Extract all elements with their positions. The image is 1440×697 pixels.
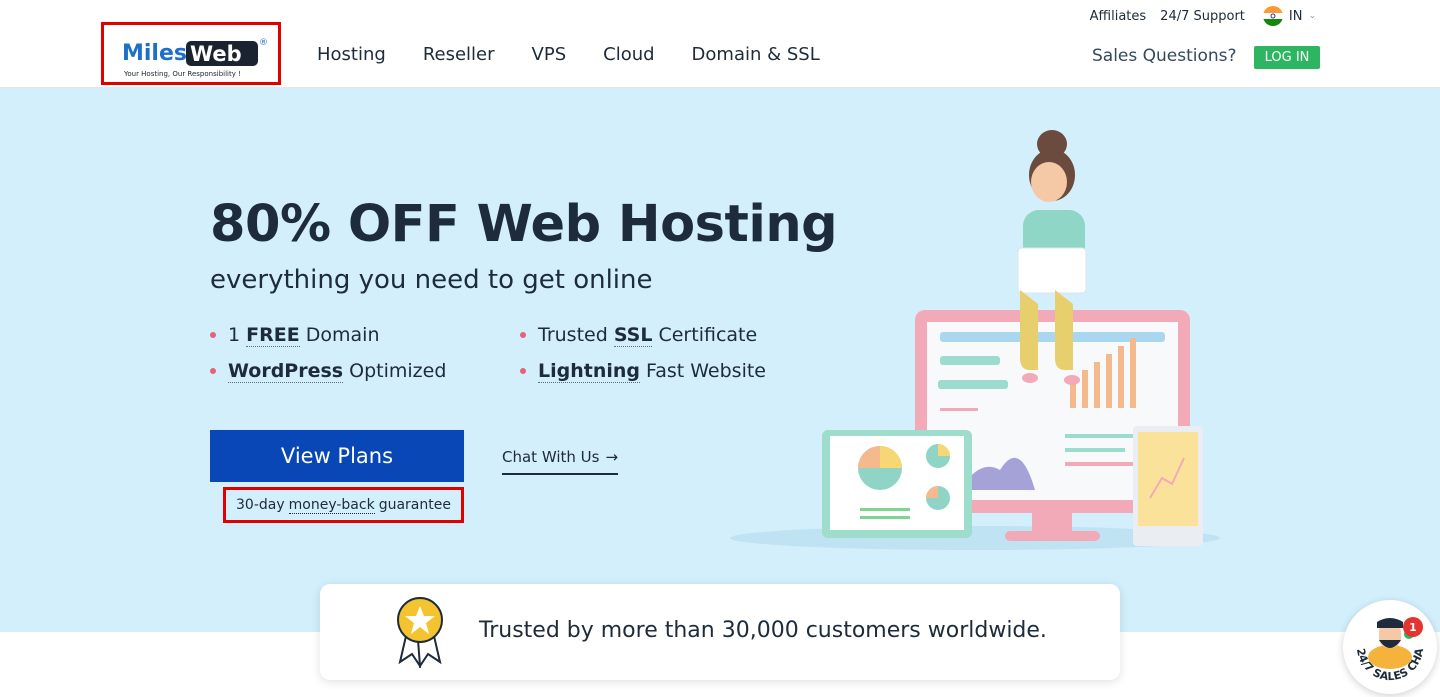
nav-reseller[interactable]: Reseller bbox=[423, 44, 495, 65]
bullet-dot bbox=[210, 368, 216, 374]
logo-brand-right: Web bbox=[190, 42, 242, 66]
notification-badge: 1 bbox=[1403, 617, 1423, 637]
logo-brand-left: Miles bbox=[122, 41, 187, 66]
main-nav: Hosting Reseller VPS Cloud Domain & SSL bbox=[317, 44, 820, 65]
region-selector[interactable]: IN ⌄ bbox=[1262, 6, 1316, 26]
feature-term[interactable]: SSL bbox=[613, 324, 653, 347]
sales-questions-link[interactable]: Sales Questions? bbox=[1092, 46, 1237, 66]
nav-hosting[interactable]: Hosting bbox=[317, 44, 386, 65]
hero-subtitle: everything you need to get online bbox=[210, 265, 653, 295]
feature-free-domain: 1 FREE Domain bbox=[210, 324, 520, 347]
bullet-dot bbox=[520, 368, 526, 374]
trust-text: Trusted by more than 30,000 customers wo… bbox=[479, 618, 1047, 643]
login-button[interactable]: LOG IN bbox=[1254, 46, 1320, 69]
affiliates-link[interactable]: Affiliates bbox=[1090, 9, 1147, 24]
registered-mark: ® bbox=[259, 38, 268, 48]
bullet-dot bbox=[210, 332, 216, 338]
top-utility-nav: Affiliates 24/7 Support IN ⌄ bbox=[1090, 6, 1316, 26]
india-flag-icon bbox=[1262, 6, 1283, 26]
nav-cloud[interactable]: Cloud bbox=[603, 44, 654, 65]
trust-card: Trusted by more than 30,000 customers wo… bbox=[320, 584, 1120, 680]
money-back-link[interactable]: money-back bbox=[288, 497, 375, 514]
feature-term[interactable]: FREE bbox=[246, 324, 300, 347]
feature-term[interactable]: Lightning bbox=[538, 360, 640, 383]
feature-term[interactable]: WordPress bbox=[228, 360, 344, 383]
logo-highlight-box[interactable]: Miles Web ® Your Hosting, Our Responsibi… bbox=[101, 22, 281, 85]
feature-wordpress: WordPress Optimized bbox=[210, 360, 520, 383]
logo-tagline: Your Hosting, Our Responsibility ! bbox=[123, 70, 241, 78]
chat-with-us-link[interactable]: Chat With Us → bbox=[502, 448, 619, 475]
chat-label: Chat With Us bbox=[502, 448, 600, 466]
nav-vps[interactable]: VPS bbox=[532, 44, 567, 65]
feature-list: 1 FREE Domain Trusted SSL Certificate Wo… bbox=[210, 324, 770, 383]
nav-domain-ssl[interactable]: Domain & SSL bbox=[692, 44, 820, 65]
medal-icon bbox=[397, 597, 443, 668]
view-plans-button[interactable]: View Plans bbox=[210, 430, 464, 482]
sales-agent-avatar-icon: 24/7 SALES CHAT bbox=[1339, 590, 1426, 683]
hero-section: 80% OFF Web Hosting everything you need … bbox=[0, 88, 1440, 632]
bullet-dot bbox=[520, 332, 526, 338]
arrow-right-icon: → bbox=[605, 448, 619, 466]
support-link[interactable]: 24/7 Support bbox=[1160, 9, 1245, 24]
money-back-guarantee: 30-day money-back guarantee bbox=[223, 487, 464, 523]
mileweb-logo[interactable]: Miles Web ® Your Hosting, Our Responsibi… bbox=[118, 33, 268, 79]
chevron-down-icon: ⌄ bbox=[1308, 11, 1316, 21]
sales-chat-widget[interactable]: 24/7 SALES CHAT 1 bbox=[1339, 590, 1437, 694]
hero-illustration bbox=[730, 130, 1220, 550]
site-header: Miles Web ® Your Hosting, Our Responsibi… bbox=[0, 0, 1440, 88]
region-code: IN bbox=[1288, 8, 1303, 24]
